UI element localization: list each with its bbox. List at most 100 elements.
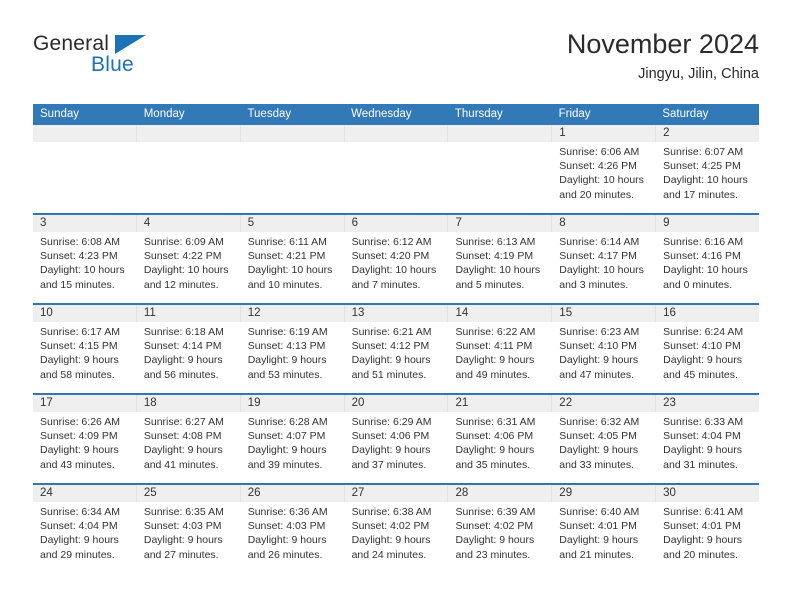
day-number-7[interactable]: 7 <box>448 215 553 232</box>
day-detail-line: Sunrise: 6:40 AM <box>559 506 640 518</box>
day-detail-line: and 49 minutes. <box>455 368 531 381</box>
day-cell-1[interactable]: Sunrise: 6:06 AM Sunset: 4:26 PM Daylight:… <box>552 142 657 213</box>
day-number-9[interactable]: 9 <box>656 215 759 232</box>
day-cell-empty <box>448 142 553 213</box>
week-day-number-band: 12 <box>33 125 759 142</box>
day-cell-3[interactable]: Sunrise: 6:08 AM Sunset: 4:23 PM Daylight:… <box>33 232 137 303</box>
page-subtitle-location: Jingyu, Jilin, China <box>638 66 759 82</box>
day-detail-line: Sunset: 4:07 PM <box>247 430 326 443</box>
day-number-21[interactable]: 21 <box>448 395 553 412</box>
calendar-grid: Sunday Monday Tuesday Wednesday Thursday Frid… <box>33 104 759 574</box>
day-number-4[interactable]: 4 <box>137 215 241 232</box>
day-detail-line: Sunset: 4:01 PM <box>663 520 741 533</box>
day-detail-line: and 58 minutes. <box>40 368 115 381</box>
day-of-week-header-sunday: Sunday <box>40 108 80 120</box>
day-number-23[interactable]: 23 <box>656 395 759 412</box>
day-detail-line: Sunset: 4:21 PM <box>247 250 326 263</box>
day-number-10[interactable]: 10 <box>33 305 137 322</box>
day-cell-empty <box>241 142 345 213</box>
day-cell-21[interactable]: Sunrise: 6:31 AM Sunset: 4:06 PM Daylight:… <box>448 412 553 483</box>
day-cell-9[interactable]: Sunrise: 6:16 AM Sunset: 4:16 PM Daylight:… <box>656 232 759 303</box>
day-cell-15[interactable]: Sunrise: 6:23 AM Sunset: 4:10 PM Daylight:… <box>552 322 657 393</box>
day-detail-line: Sunset: 4:23 PM <box>40 250 118 263</box>
day-detail-line: Sunset: 4:13 PM <box>247 340 326 353</box>
day-cell-12[interactable]: Sunrise: 6:19 AM Sunset: 4:13 PM Daylight:… <box>241 322 345 393</box>
day-number-30[interactable]: 30 <box>656 485 759 502</box>
brand-logo[interactable]: General Blue <box>33 32 213 88</box>
day-detail-line: Sunset: 4:15 PM <box>40 340 118 353</box>
day-detail-line: Daylight: 9 hours <box>143 444 223 457</box>
day-detail-line: Daylight: 10 hours <box>559 264 644 277</box>
day-number-27[interactable]: 27 <box>345 485 449 502</box>
day-cell-5[interactable]: Sunrise: 6:11 AM Sunset: 4:21 PM Daylight:… <box>241 232 345 303</box>
day-detail-line: Sunrise: 6:28 AM <box>247 416 328 428</box>
day-number-16[interactable]: 16 <box>656 305 759 322</box>
day-detail-line: Sunrise: 6:12 AM <box>351 236 432 248</box>
day-number-18[interactable]: 18 <box>137 395 241 412</box>
day-cell-13[interactable]: Sunrise: 6:21 AM Sunset: 4:12 PM Daylight:… <box>345 322 449 393</box>
day-cell-11[interactable]: Sunrise: 6:18 AM Sunset: 4:14 PM Daylight:… <box>137 322 241 393</box>
week-day-detail-band: Sunrise: 6:34 AM Sunset: 4:04 PM Daylight:… <box>33 502 759 574</box>
day-detail-line: Sunrise: 6:06 AM <box>559 146 640 158</box>
day-cell-20[interactable]: Sunrise: 6:29 AM Sunset: 4:06 PM Daylight:… <box>345 412 449 483</box>
day-detail-line: and 7 minutes. <box>351 278 421 291</box>
day-cell-24[interactable]: Sunrise: 6:34 AM Sunset: 4:04 PM Daylight:… <box>33 502 137 574</box>
day-cell-6[interactable]: Sunrise: 6:12 AM Sunset: 4:20 PM Daylight:… <box>345 232 449 303</box>
day-number-13[interactable]: 13 <box>345 305 449 322</box>
day-detail-line: Sunrise: 6:23 AM <box>559 326 640 338</box>
day-number-2[interactable]: 2 <box>656 125 759 142</box>
page-header: General Blue November 2024 Jingyu, Jilin… <box>33 28 759 94</box>
day-detail-line: and 17 minutes. <box>663 188 738 201</box>
day-cell-23[interactable]: Sunrise: 6:33 AM Sunset: 4:04 PM Daylight:… <box>656 412 759 483</box>
day-detail-line: Sunset: 4:14 PM <box>143 340 222 353</box>
day-number-25[interactable]: 25 <box>137 485 241 502</box>
day-cell-29[interactable]: Sunrise: 6:40 AM Sunset: 4:01 PM Daylight:… <box>552 502 657 574</box>
day-cell-25[interactable]: Sunrise: 6:35 AM Sunset: 4:03 PM Daylight:… <box>137 502 241 574</box>
day-number-5[interactable]: 5 <box>241 215 345 232</box>
day-number-28[interactable]: 28 <box>448 485 553 502</box>
day-cell-17[interactable]: Sunrise: 6:26 AM Sunset: 4:09 PM Daylight:… <box>33 412 137 483</box>
day-cell-10[interactable]: Sunrise: 6:17 AM Sunset: 4:15 PM Daylight:… <box>33 322 137 393</box>
day-number-15[interactable]: 15 <box>552 305 657 322</box>
day-cell-4[interactable]: Sunrise: 6:09 AM Sunset: 4:22 PM Daylight:… <box>137 232 241 303</box>
day-number-29[interactable]: 29 <box>552 485 657 502</box>
day-cell-30[interactable]: Sunrise: 6:41 AM Sunset: 4:01 PM Daylight:… <box>656 502 759 574</box>
day-cell-16[interactable]: Sunrise: 6:24 AM Sunset: 4:10 PM Daylight:… <box>656 322 759 393</box>
day-number-20[interactable]: 20 <box>345 395 449 412</box>
day-detail-line: and 3 minutes. <box>559 278 629 291</box>
day-number-19[interactable]: 19 <box>241 395 345 412</box>
day-cell-22[interactable]: Sunrise: 6:32 AM Sunset: 4:05 PM Daylight:… <box>552 412 657 483</box>
day-number-6[interactable]: 6 <box>345 215 449 232</box>
day-detail-line: and 23 minutes. <box>455 548 531 561</box>
day-detail-line: and 51 minutes. <box>351 368 427 381</box>
day-cell-14[interactable]: Sunrise: 6:22 AM Sunset: 4:11 PM Daylight:… <box>448 322 553 393</box>
day-detail-line: Sunset: 4:04 PM <box>663 430 741 443</box>
day-number-3[interactable]: 3 <box>33 215 137 232</box>
day-number-1[interactable]: 1 <box>552 125 657 142</box>
day-cell-26[interactable]: Sunrise: 6:36 AM Sunset: 4:03 PM Daylight:… <box>241 502 345 574</box>
day-cell-7[interactable]: Sunrise: 6:13 AM Sunset: 4:19 PM Daylight:… <box>448 232 553 303</box>
day-detail-line: and 29 minutes. <box>40 548 115 561</box>
day-detail-line: Sunset: 4:20 PM <box>351 250 430 263</box>
day-number-26[interactable]: 26 <box>241 485 345 502</box>
day-cell-28[interactable]: Sunrise: 6:39 AM Sunset: 4:02 PM Daylight:… <box>448 502 553 574</box>
day-detail-line: Sunset: 4:26 PM <box>559 160 637 173</box>
day-number-11[interactable]: 11 <box>137 305 241 322</box>
day-detail-line: and 33 minutes. <box>559 458 635 471</box>
day-detail-line: Daylight: 9 hours <box>351 444 431 457</box>
day-cell-2[interactable]: Sunrise: 6:07 AM Sunset: 4:25 PM Daylight:… <box>656 142 759 213</box>
day-cell-18[interactable]: Sunrise: 6:27 AM Sunset: 4:08 PM Daylight:… <box>137 412 241 483</box>
day-number-17[interactable]: 17 <box>33 395 137 412</box>
day-number-8[interactable]: 8 <box>552 215 657 232</box>
day-number-24[interactable]: 24 <box>33 485 137 502</box>
day-number-14[interactable]: 14 <box>448 305 553 322</box>
day-cell-19[interactable]: Sunrise: 6:28 AM Sunset: 4:07 PM Daylight:… <box>241 412 345 483</box>
day-detail-line: Daylight: 9 hours <box>455 534 535 547</box>
day-number-22[interactable]: 22 <box>552 395 657 412</box>
day-number-12[interactable]: 12 <box>241 305 345 322</box>
calendar-page: General Blue November 2024 Jingyu, Jilin… <box>0 0 792 612</box>
day-detail-line: Daylight: 9 hours <box>40 354 119 367</box>
day-cell-27[interactable]: Sunrise: 6:38 AM Sunset: 4:02 PM Daylight:… <box>345 502 449 574</box>
day-detail-line: and 37 minutes. <box>351 458 427 471</box>
day-cell-8[interactable]: Sunrise: 6:14 AM Sunset: 4:17 PM Daylight:… <box>552 232 657 303</box>
